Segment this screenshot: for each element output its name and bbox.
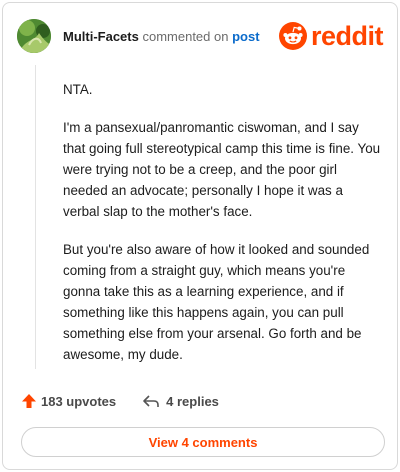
avatar-image-icon bbox=[17, 19, 51, 53]
reply-count: 4 replies bbox=[166, 393, 219, 409]
replies-button[interactable]: 4 replies bbox=[142, 393, 219, 409]
comment-card: Multi-Facets commented on post reddit NT… bbox=[2, 2, 398, 470]
avatar[interactable] bbox=[17, 19, 51, 53]
author-name[interactable]: Multi-Facets bbox=[63, 29, 139, 44]
reddit-alien-icon bbox=[278, 22, 307, 50]
upvote-count: 183 upvotes bbox=[41, 393, 117, 409]
comment-meta: Multi-Facets commented on post bbox=[63, 29, 260, 44]
comment-paragraph: NTA. bbox=[63, 82, 93, 97]
upvote-arrow-icon bbox=[22, 394, 36, 408]
comment-paragraph: But you're also aware of how it looked a… bbox=[63, 242, 370, 362]
comment-paragraph: I'm a pansexual/panromantic ciswoman, an… bbox=[63, 120, 381, 219]
reddit-wordmark: reddit bbox=[310, 21, 384, 51]
reddit-logo[interactable]: reddit bbox=[278, 21, 384, 51]
comment-header: Multi-Facets commented on post reddit bbox=[17, 17, 384, 55]
view-comments-button[interactable]: View 4 comments bbox=[21, 427, 385, 457]
comment-body: NTA. I'm a pansexual/panromantic ciswoma… bbox=[63, 79, 381, 382]
action-text: commented on bbox=[142, 29, 229, 44]
upvote-button[interactable]: 183 upvotes bbox=[21, 393, 116, 409]
thread-line bbox=[35, 65, 36, 369]
reply-arrow-icon bbox=[143, 395, 159, 407]
post-link[interactable]: post bbox=[232, 29, 259, 44]
comment-actions: 183 upvotes 4 replies bbox=[21, 391, 219, 411]
